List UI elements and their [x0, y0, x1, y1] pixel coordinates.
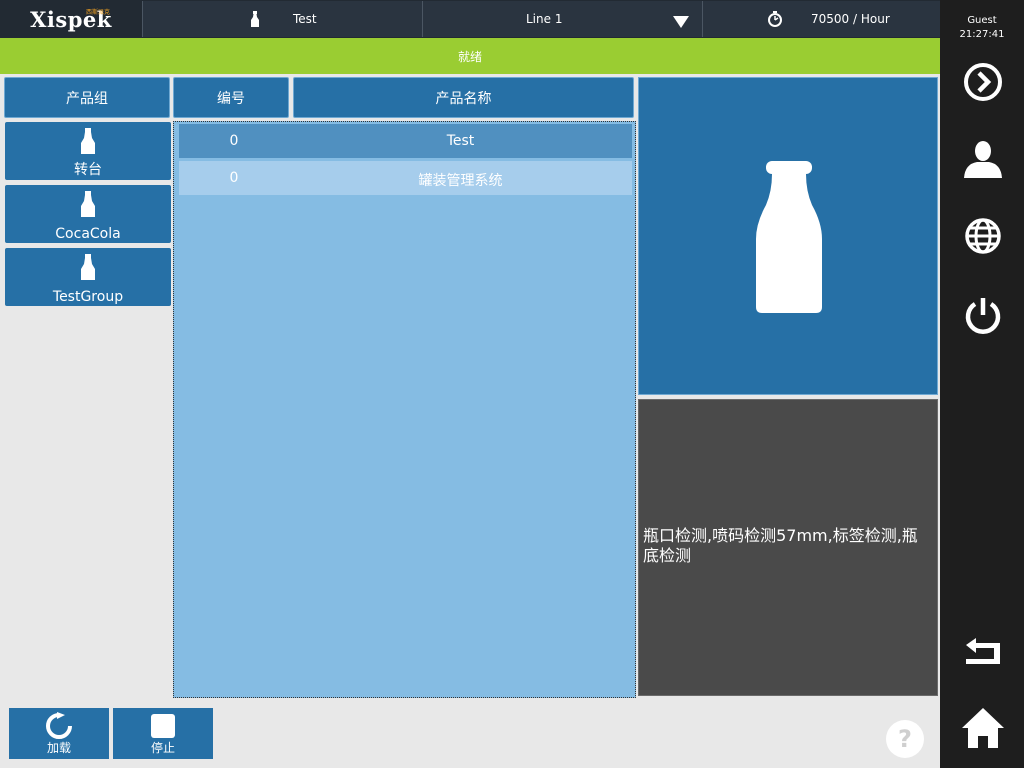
reload-icon — [46, 712, 72, 739]
help-icon[interactable]: ? — [886, 720, 924, 758]
product-name: 罐装管理系统 — [418, 173, 503, 189]
product-list[interactable]: 0 Test 0 罐装管理系统 — [173, 121, 636, 698]
product-name: Test — [446, 133, 475, 149]
clock: 21:27:41 — [959, 29, 1005, 40]
back-return-icon[interactable] — [962, 632, 1004, 674]
id-column-header[interactable]: 编号 — [173, 77, 289, 118]
name-column-header[interactable]: 产品名称 — [293, 77, 634, 118]
production-rate: 70500 / Hour — [702, 1, 940, 37]
product-row[interactable]: 0 罐装管理系统 — [179, 161, 632, 195]
home-icon[interactable] — [962, 706, 1004, 748]
product-description: 瓶口检测,喷码检测57mm,标签检测,瓶底检测 — [638, 399, 938, 696]
power-icon[interactable] — [962, 293, 1004, 335]
line-selector[interactable]: Line 1 — [422, 1, 702, 37]
group-item[interactable]: 转台 — [5, 122, 171, 180]
bottle-icon — [81, 128, 95, 154]
right-sidebar: Guest 21:27:41 — [940, 0, 1024, 768]
top-bar: Xispek 西斯派克 Test Line 1 70500 / Hour — [0, 0, 940, 38]
bottle-icon — [81, 254, 95, 280]
load-label: 加载 — [46, 741, 71, 755]
load-button[interactable]: 加载 — [9, 708, 109, 759]
globe-icon[interactable] — [962, 215, 1004, 257]
status-bar: 就绪 — [0, 38, 940, 74]
bottle-icon — [251, 11, 259, 27]
dropdown-arrow-icon — [673, 16, 689, 28]
user-name: Guest — [967, 15, 997, 26]
product-preview — [638, 77, 938, 395]
line-name: Line 1 — [526, 12, 563, 26]
product-id: 0 — [229, 170, 239, 186]
product-name: Test — [293, 12, 317, 26]
group-label: TestGroup — [52, 289, 124, 305]
stop-button[interactable]: 停止 — [113, 708, 213, 759]
group-header: 产品组 — [4, 77, 170, 118]
user-icon[interactable] — [962, 138, 1004, 180]
product-row-selected[interactable]: 0 Test — [179, 124, 632, 158]
logo-subtitle: 西斯派克 — [86, 9, 111, 16]
group-item[interactable]: CocaCola — [5, 185, 171, 243]
current-product[interactable]: Test — [142, 1, 422, 37]
logo: Xispek 西斯派克 — [30, 6, 112, 32]
rate-value: 70500 / Hour — [811, 12, 890, 26]
group-label: 转台 — [74, 162, 102, 178]
group-label: CocaCola — [55, 226, 121, 242]
forward-circle-icon[interactable] — [962, 61, 1004, 103]
bottle-icon — [81, 191, 95, 217]
product-id: 0 — [229, 133, 239, 149]
group-item[interactable]: TestGroup — [5, 248, 171, 306]
stopwatch-icon — [768, 11, 782, 27]
stop-label: 停止 — [150, 741, 175, 755]
stop-icon — [151, 714, 175, 738]
bottle-icon — [756, 161, 822, 313]
user-info: Guest 21:27:41 — [940, 14, 1024, 42]
